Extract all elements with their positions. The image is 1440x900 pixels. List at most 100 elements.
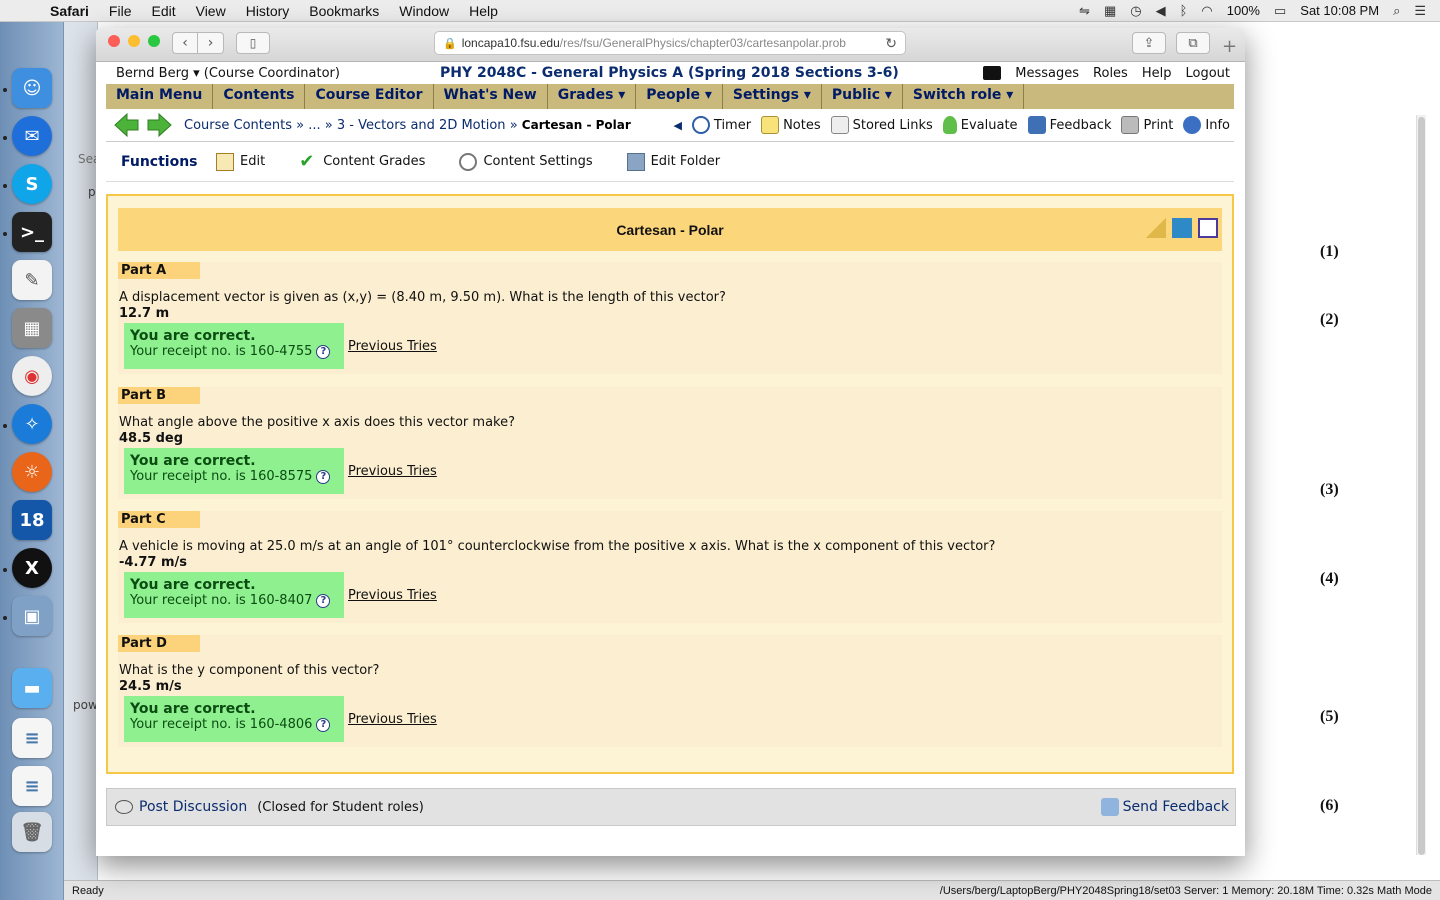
terminal-icon[interactable]: >_ <box>12 212 52 252</box>
edit-folder-function[interactable]: Edit Folder <box>626 152 720 171</box>
finder-icon[interactable]: ☺ <box>12 68 52 108</box>
timer-tool[interactable]: Timer <box>691 116 751 134</box>
help-icon[interactable]: ? <box>316 717 331 732</box>
menu-help[interactable]: Help <box>459 3 508 19</box>
menu-grades[interactable]: Grades ▾ <box>548 84 637 109</box>
menu-main-menu[interactable]: Main Menu <box>106 84 214 109</box>
menu-file[interactable]: File <box>99 3 142 19</box>
stored-links-tool[interactable]: Stored Links <box>830 116 933 134</box>
trash-icon[interactable]: 🗑 <box>12 812 52 852</box>
document-icon[interactable]: ≡ <box>12 718 52 758</box>
hint-icon[interactable] <box>1198 218 1218 238</box>
post-discussion-link[interactable]: Post Discussion <box>115 799 247 815</box>
menu-contents[interactable]: Contents <box>213 84 306 109</box>
content-grades-function[interactable]: ✔ Content Grades <box>299 152 425 171</box>
menu-settings[interactable]: Settings ▾ <box>723 84 822 109</box>
logout-link[interactable]: Logout <box>1185 66 1230 81</box>
user-menu[interactable]: Bernd Berg ▾ <box>116 66 200 81</box>
send-feedback-link[interactable]: Send Feedback <box>1100 798 1229 816</box>
battery-icon[interactable]: ▭ <box>1274 3 1286 19</box>
scrollbar-thumb[interactable] <box>1418 117 1425 855</box>
messages-link[interactable]: Messages <box>1015 66 1079 81</box>
previous-tries-link[interactable]: Previous Tries <box>348 339 437 354</box>
notification-center-icon[interactable]: ☰ <box>1414 3 1426 19</box>
clock[interactable]: Sat 10:08 PM <box>1300 3 1379 18</box>
share-button[interactable]: ⇪ <box>1132 32 1166 54</box>
messages-icon[interactable] <box>983 66 1002 80</box>
menu-course-editor[interactable]: Course Editor <box>305 84 434 109</box>
calculator-icon[interactable]: ▦ <box>12 308 52 348</box>
roles-link[interactable]: Roles <box>1093 66 1128 81</box>
time-machine-icon[interactable]: ◷ <box>1130 3 1141 19</box>
new-tab-button[interactable]: + <box>1222 36 1237 57</box>
document-icon-2[interactable]: ≡ <box>12 766 52 806</box>
ruler-icon[interactable] <box>1146 218 1166 238</box>
close-window-button[interactable] <box>108 35 120 47</box>
background-scrollbar[interactable] <box>1416 115 1426 855</box>
reload-icon[interactable]: ↻ <box>885 35 897 52</box>
address-bar[interactable]: 🔒 loncapa10.fsu.edu /res/fsu/GeneralPhys… <box>434 31 906 55</box>
help-icon[interactable]: ? <box>316 344 331 359</box>
tabs-overview-button[interactable]: ⧉ <box>1176 32 1210 54</box>
feedback-tool[interactable]: Feedback <box>1027 116 1111 134</box>
notes-tool[interactable]: Notes <box>761 116 821 134</box>
printer-icon <box>1121 116 1140 134</box>
zoom-window-button[interactable] <box>148 35 160 47</box>
edit-function[interactable]: Edit <box>216 152 265 171</box>
menu-view[interactable]: View <box>186 3 236 19</box>
menu-history[interactable]: History <box>236 3 300 19</box>
airdrop-icon[interactable]: ⇋ <box>1079 3 1090 19</box>
thunderbird-icon[interactable]: ✉ <box>12 116 52 156</box>
minimize-window-button[interactable] <box>128 35 140 47</box>
menu-whats-new[interactable]: What's New <box>434 84 548 109</box>
previous-tries-link[interactable]: Previous Tries <box>348 464 437 479</box>
back-button[interactable]: ‹ <box>172 32 198 54</box>
safari-icon[interactable]: ✧ <box>12 404 52 444</box>
help-link[interactable]: Help <box>1142 66 1172 81</box>
discussion-bubble-icon <box>115 800 133 814</box>
menu-app-safari[interactable]: Safari <box>40 3 99 19</box>
preview-icon[interactable]: ▣ <box>12 596 52 636</box>
evaluate-tool[interactable]: Evaluate <box>942 116 1018 134</box>
display-icon[interactable]: ▦ <box>1104 3 1116 19</box>
receipt-prefix: Your receipt no. is <box>130 593 246 608</box>
menu-bookmarks[interactable]: Bookmarks <box>299 3 389 19</box>
menu-window[interactable]: Window <box>389 3 459 19</box>
tools-bar: ◀ Timer Notes Stored Links Evaluate Feed… <box>673 116 1234 134</box>
submitted-answer: 24.5 m/s <box>119 679 182 694</box>
help-icon[interactable]: ? <box>316 593 331 608</box>
breadcrumb-folder[interactable]: 3 - Vectors and 2D Motion <box>337 118 506 133</box>
breadcrumb-course-contents[interactable]: Course Contents <box>184 118 292 133</box>
bluetooth-icon[interactable]: ᛒ <box>1180 3 1188 18</box>
skype-icon[interactable]: S <box>12 164 52 204</box>
x11-icon[interactable]: X <box>12 548 52 588</box>
breadcrumb-separator: » <box>324 117 333 133</box>
plot-icon[interactable] <box>1172 218 1192 238</box>
receipt-prefix: Your receipt no. is <box>130 344 246 359</box>
previous-tries-link[interactable]: Previous Tries <box>348 588 437 603</box>
next-resource-icon[interactable] <box>146 113 174 137</box>
info-tool[interactable]: Info <box>1183 116 1230 134</box>
battery-percent[interactable]: 100% <box>1227 3 1260 18</box>
menu-switch-role[interactable]: Switch role ▾ <box>903 84 1025 109</box>
previous-resource-icon[interactable] <box>112 113 140 137</box>
firefox-icon[interactable]: ☼ <box>12 452 52 492</box>
help-icon[interactable]: ? <box>316 469 331 484</box>
wifi-icon[interactable]: ◠ <box>1201 3 1212 19</box>
chrome-icon[interactable]: ◉ <box>12 356 52 396</box>
forward-button[interactable]: › <box>198 32 224 54</box>
textedit-icon[interactable]: ✎ <box>12 260 52 300</box>
volume-icon[interactable]: ◀ <box>1156 3 1166 19</box>
menu-people[interactable]: People ▾ <box>636 84 723 109</box>
previous-tries-link[interactable]: Previous Tries <box>348 712 437 727</box>
folder-icon[interactable]: ▬ <box>12 668 52 708</box>
collapse-tools-icon[interactable]: ◀ <box>673 119 681 132</box>
sidebar-toggle-button[interactable]: ▯ <box>236 32 270 54</box>
menu-public[interactable]: Public ▾ <box>822 84 903 109</box>
spotlight-icon[interactable]: ⌕ <box>1393 3 1400 19</box>
content-settings-function[interactable]: Content Settings <box>459 152 593 171</box>
breadcrumb-ellipsis[interactable]: ... <box>308 118 320 133</box>
menu-edit[interactable]: Edit <box>141 3 185 19</box>
maple-icon[interactable]: 18 <box>12 500 52 540</box>
print-tool[interactable]: Print <box>1121 116 1173 134</box>
